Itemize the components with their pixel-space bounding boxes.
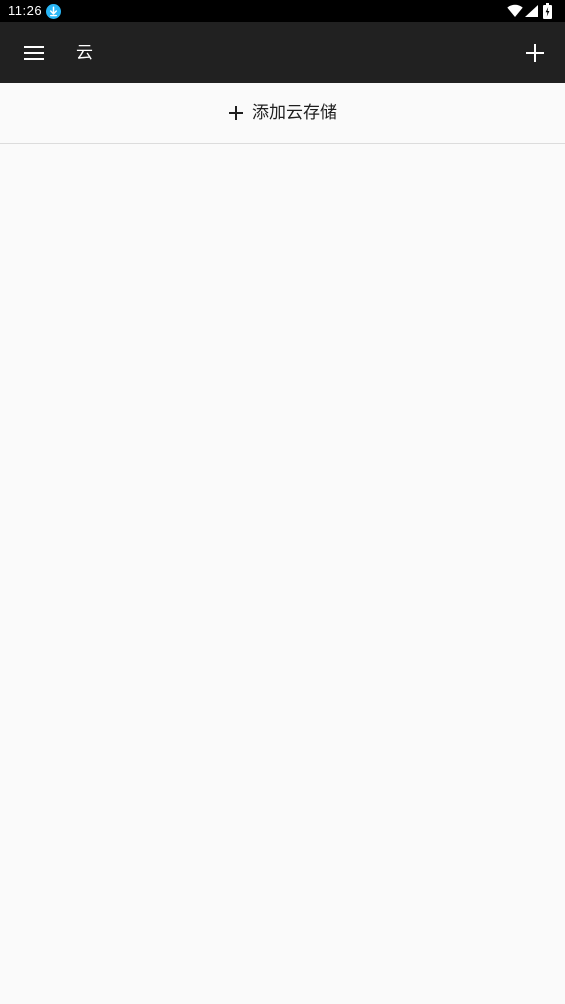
cloud-storage-list: [0, 144, 565, 1004]
add-cloud-storage-content: 添加云存储: [228, 102, 337, 124]
menu-button[interactable]: [10, 29, 58, 77]
app-bar: 云: [0, 22, 565, 83]
add-cloud-storage-label: 添加云存储: [252, 103, 337, 123]
cellular-signal-icon: [525, 5, 538, 17]
menu-icon: [24, 46, 44, 60]
plus-icon: [229, 106, 243, 120]
plus-icon: [526, 44, 544, 62]
wifi-icon: [507, 4, 523, 17]
add-button[interactable]: [511, 29, 559, 77]
status-icons: [505, 0, 565, 22]
download-icon: [46, 4, 61, 19]
add-cloud-storage-button[interactable]: 添加云存储: [0, 83, 565, 144]
page-title: 云: [76, 43, 93, 63]
status-time: 11:26: [8, 3, 43, 18]
status-bar: 11:26: [0, 0, 565, 22]
battery-charging-icon: [543, 3, 552, 19]
